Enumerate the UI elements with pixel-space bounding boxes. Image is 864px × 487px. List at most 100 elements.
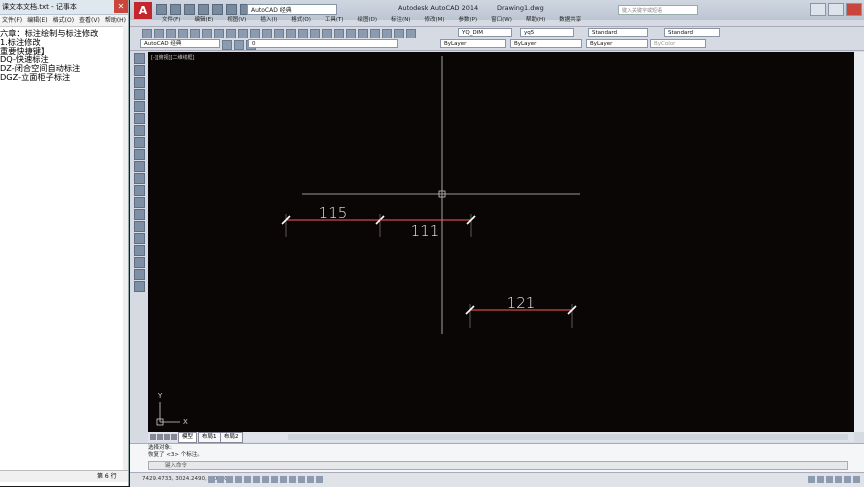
- line-number: 第 6 行: [97, 473, 117, 480]
- notepad-title: 课文本文档.txt - 记事本: [0, 0, 128, 15]
- spline-icon[interactable]: [134, 149, 145, 160]
- last-tab-icon[interactable]: [171, 434, 177, 440]
- linetype-select[interactable]: ByLayer: [510, 39, 582, 48]
- arc-icon[interactable]: [134, 113, 145, 124]
- tpy-icon[interactable]: [298, 476, 305, 483]
- model-icon[interactable]: [808, 476, 815, 483]
- workspace-select-2[interactable]: AutoCAD 经典: [140, 39, 220, 48]
- polyline-icon[interactable]: [134, 77, 145, 88]
- vertical-scrollbar[interactable]: [123, 26, 128, 470]
- workspace-icon[interactable]: [835, 476, 842, 483]
- tab-layout2[interactable]: 布局2: [220, 432, 243, 443]
- table-icon[interactable]: [134, 257, 145, 268]
- dimension-115[interactable]: 115: [281, 204, 385, 237]
- tab-model[interactable]: 模型: [178, 432, 198, 443]
- add-selected-icon[interactable]: [134, 281, 145, 292]
- layer-state-icon[interactable]: [234, 40, 244, 50]
- lock-icon[interactable]: [844, 476, 851, 483]
- menu-view[interactable]: 视图(V): [227, 15, 246, 25]
- polar-icon[interactable]: [235, 476, 242, 483]
- text-style-select[interactable]: Standard: [588, 28, 648, 37]
- menu-modify[interactable]: 修改(M): [424, 15, 444, 25]
- osnap-icon[interactable]: [244, 476, 251, 483]
- workspace-select[interactable]: AutoCAD 经典: [247, 4, 337, 15]
- revcloud-icon[interactable]: [134, 137, 145, 148]
- horizontal-scrollbar[interactable]: [288, 434, 848, 440]
- first-tab-icon[interactable]: [150, 434, 156, 440]
- lwt-icon[interactable]: [289, 476, 296, 483]
- make-block-icon[interactable]: [134, 197, 145, 208]
- menu-parameter[interactable]: 参数(P): [459, 15, 478, 25]
- circle-icon[interactable]: [134, 125, 145, 136]
- undo-icon[interactable]: [226, 4, 237, 15]
- fullscreen-icon[interactable]: [853, 476, 860, 483]
- insert-block-icon[interactable]: [134, 185, 145, 196]
- tab-layout1[interactable]: 布局1: [198, 432, 221, 443]
- menu-window[interactable]: 窗口(W): [491, 15, 512, 25]
- menu-format[interactable]: 格式(O): [53, 15, 74, 26]
- construction-line-icon[interactable]: [134, 65, 145, 76]
- otrack-icon[interactable]: [262, 476, 269, 483]
- menu-insert[interactable]: 插入(I): [260, 15, 277, 25]
- command-input[interactable]: 键入命令: [148, 461, 848, 470]
- menu-help[interactable]: 帮助(H): [526, 15, 545, 25]
- search-input[interactable]: 键入关键字或短语: [618, 5, 698, 15]
- gradient-icon[interactable]: [134, 233, 145, 244]
- layer-select[interactable]: 0: [248, 39, 398, 48]
- close-icon[interactable]: ✕: [114, 0, 128, 13]
- menu-help[interactable]: 帮助(H): [105, 15, 126, 26]
- new-icon[interactable]: [156, 4, 167, 15]
- point-icon[interactable]: [134, 209, 145, 220]
- layer-properties-icon[interactable]: [222, 40, 232, 50]
- menu-tools[interactable]: 工具(T): [325, 15, 344, 25]
- ellipse-icon[interactable]: [134, 161, 145, 172]
- menu-file[interactable]: 文件(F): [162, 15, 180, 25]
- dimstyle-select[interactable]: YQ_DIM: [458, 28, 512, 37]
- open-icon[interactable]: [170, 4, 181, 15]
- vertical-scrollbar[interactable]: [854, 52, 864, 432]
- drawing-canvas[interactable]: [-][俯视][二维线框] 115 111 121 Y X: [148, 52, 854, 432]
- hatch-icon[interactable]: [134, 221, 145, 232]
- save-as-icon[interactable]: [198, 4, 209, 15]
- save-icon[interactable]: [184, 4, 195, 15]
- multileader-style-select[interactable]: yq5: [520, 28, 574, 37]
- plot-icon[interactable]: [212, 4, 223, 15]
- lineweight-select[interactable]: ByLayer: [586, 39, 648, 48]
- region-icon[interactable]: [134, 245, 145, 256]
- sc-icon[interactable]: [316, 476, 323, 483]
- menu-edit[interactable]: 编辑(E): [194, 15, 213, 25]
- menu-draw[interactable]: 绘图(D): [358, 15, 378, 25]
- dimension-121[interactable]: 121: [465, 294, 577, 328]
- history-line: 恢复了 <3> 个标注。: [148, 452, 203, 458]
- annotation-scale-icon[interactable]: [826, 476, 833, 483]
- menu-file[interactable]: 文件(F): [2, 15, 22, 26]
- polygon-icon[interactable]: [134, 89, 145, 100]
- next-tab-icon[interactable]: [164, 434, 170, 440]
- prev-tab-icon[interactable]: [157, 434, 163, 440]
- qp-icon[interactable]: [307, 476, 314, 483]
- grid-icon[interactable]: [217, 476, 224, 483]
- dyn-icon[interactable]: [280, 476, 287, 483]
- menu-format[interactable]: 格式(O): [291, 15, 311, 25]
- notepad-text-area[interactable]: 六章：标注绘制与标注修改 1.标注修改 重要快捷键】 DQ-快速标注 DZ-闭合…: [0, 27, 128, 82]
- ellipse-arc-icon[interactable]: [134, 173, 145, 184]
- text-icon[interactable]: [134, 269, 145, 280]
- ducs-icon[interactable]: [271, 476, 278, 483]
- menu-view[interactable]: 查看(V): [79, 15, 100, 26]
- plotstyle-select[interactable]: ByColor: [650, 39, 706, 48]
- ucs-x-label: X: [183, 418, 188, 426]
- menu-data-share[interactable]: 数据共享: [559, 15, 581, 25]
- ortho-icon[interactable]: [226, 476, 233, 483]
- notepad-menu: 文件(F) 编辑(E) 格式(O) 查看(V) 帮助(H): [0, 15, 128, 27]
- rectangle-icon[interactable]: [134, 101, 145, 112]
- table-style-select[interactable]: Standard: [664, 28, 720, 37]
- snap-icon[interactable]: [208, 476, 215, 483]
- layout-icon[interactable]: [817, 476, 824, 483]
- dimension-111[interactable]: 111: [380, 214, 476, 240]
- menu-dimension[interactable]: 标注(N): [391, 15, 410, 25]
- command-window: 选择对象: 恢复了 <3> 个标注。 键入命令: [130, 443, 864, 472]
- color-select[interactable]: ByLayer: [440, 39, 506, 48]
- line-icon[interactable]: [134, 53, 145, 64]
- menu-edit[interactable]: 编辑(E): [27, 15, 47, 26]
- 3d-osnap-icon[interactable]: [253, 476, 260, 483]
